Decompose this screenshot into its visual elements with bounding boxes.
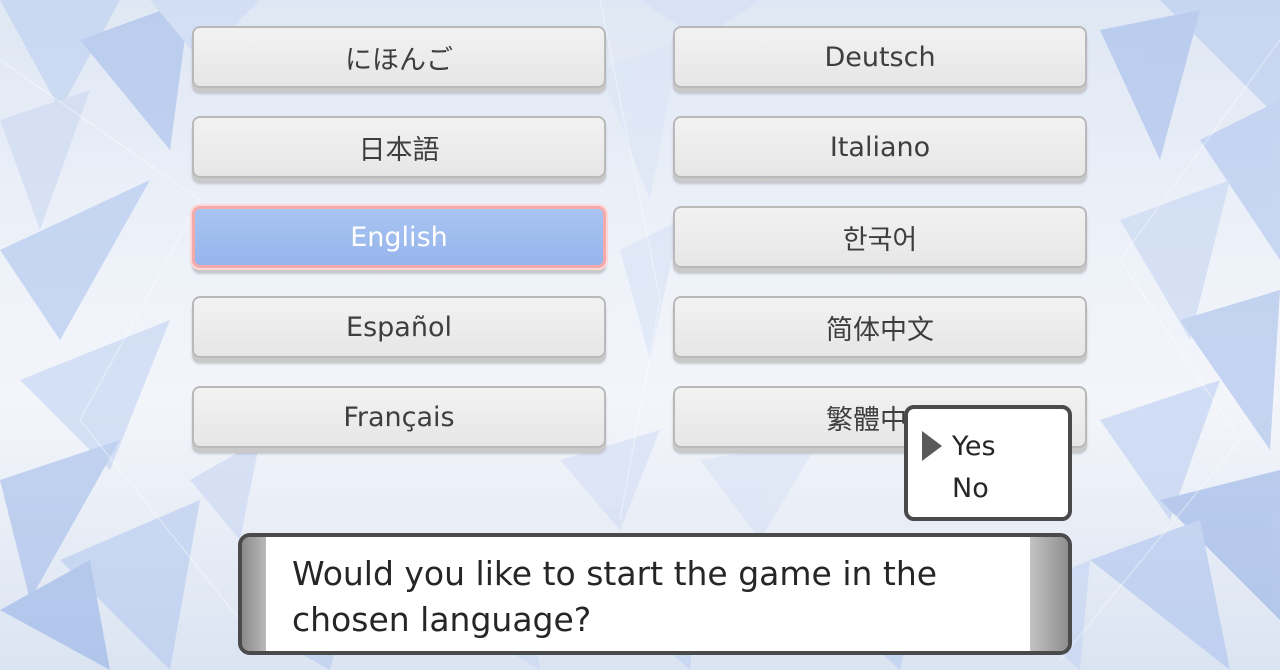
message-box: Would you like to start the game in the …: [238, 533, 1072, 655]
yes-option[interactable]: Yes: [952, 431, 996, 462]
language-option-korean[interactable]: 한국어: [673, 206, 1087, 268]
yes-no-menu: Yes No: [904, 405, 1072, 521]
triangle-right-icon: [922, 431, 942, 461]
language-option-spanish[interactable]: Español: [192, 296, 606, 358]
message-box-left-edge: [242, 537, 266, 651]
language-option-japanese[interactable]: 日本語: [192, 116, 606, 178]
language-option-simplified-chinese[interactable]: 简体中文: [673, 296, 1087, 358]
message-box-right-edge: [1030, 537, 1068, 651]
no-option[interactable]: No: [952, 473, 989, 504]
message-line-1: Would you like to start the game in the: [292, 554, 938, 593]
language-option-english[interactable]: English: [192, 206, 606, 268]
message-text: Would you like to start the game in the …: [292, 551, 1022, 643]
language-option-german[interactable]: Deutsch: [673, 26, 1087, 88]
language-option-french[interactable]: Français: [192, 386, 606, 448]
language-option-italian[interactable]: Italiano: [673, 116, 1087, 178]
message-line-2: chosen language?: [292, 600, 592, 639]
language-option-hiragana[interactable]: にほんご: [192, 26, 606, 88]
